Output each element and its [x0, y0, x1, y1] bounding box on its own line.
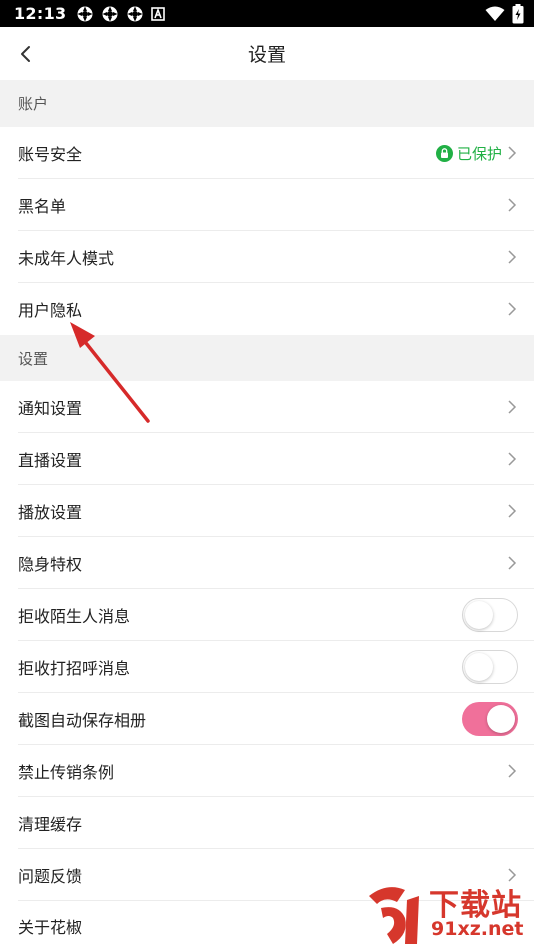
chevron-right-icon — [508, 302, 517, 316]
status-icons-left — [76, 5, 166, 23]
row-label: 播放设置 — [18, 503, 83, 522]
reject-greeting-toggle[interactable] — [462, 650, 518, 684]
chevron-right-icon — [508, 452, 517, 466]
row-user-privacy[interactable]: 用户隐私 — [0, 283, 534, 335]
row-account-security[interactable]: 账号安全 已保护 — [0, 127, 534, 179]
row-label: 账号安全 — [18, 145, 83, 164]
row-label: 截图自动保存相册 — [18, 711, 147, 730]
screenshot-auto-save-toggle[interactable] — [462, 702, 518, 736]
row-label: 禁止传销条例 — [18, 763, 115, 782]
chevron-right-icon — [508, 556, 517, 570]
row-screenshot-auto-save: 截图自动保存相册 — [0, 693, 534, 745]
notification-icon — [102, 6, 118, 21]
row-label: 黑名单 — [18, 197, 67, 216]
row-label: 未成年人模式 — [18, 249, 115, 268]
row-invisible-privilege[interactable]: 隐身特权 — [0, 537, 534, 589]
section-title-settings: 设置 — [18, 349, 49, 368]
row-clear-cache[interactable]: 清理缓存 — [0, 797, 534, 849]
page-title: 设置 — [247, 44, 286, 66]
a-icon — [151, 6, 166, 21]
status-bar: 12:13 — [0, 0, 534, 27]
status-icons-right — [485, 3, 524, 24]
watermark: 下载站 91xz.net — [359, 878, 534, 950]
chevron-right-icon — [508, 504, 517, 518]
row-notification-settings[interactable]: 通知设置 — [0, 381, 534, 433]
chevron-left-icon — [21, 46, 30, 62]
row-label: 通知设置 — [18, 399, 83, 418]
wifi-icon — [485, 6, 505, 21]
watermark-logo — [369, 887, 419, 944]
notification-icon — [127, 6, 143, 21]
row-label: 用户隐私 — [18, 301, 83, 320]
chevron-right-icon — [508, 400, 517, 414]
row-minor-mode[interactable]: 未成年人模式 — [0, 231, 534, 283]
row-live-settings[interactable]: 直播设置 — [0, 433, 534, 485]
section-header-settings: 设置 — [0, 335, 534, 381]
section-header-account: 账户 — [0, 80, 534, 127]
notification-icon — [77, 6, 93, 21]
back-button[interactable] — [10, 37, 40, 71]
top-bar: 设置 — [0, 27, 534, 80]
battery-icon — [512, 3, 524, 23]
row-anti-pyramid-rules[interactable]: 禁止传销条例 — [0, 745, 534, 797]
row-blacklist[interactable]: 黑名单 — [0, 179, 534, 231]
row-label: 直播设置 — [18, 451, 83, 470]
row-label: 关于花椒 — [18, 917, 83, 937]
row-playback-settings[interactable]: 播放设置 — [0, 485, 534, 537]
chevron-right-icon — [508, 764, 517, 778]
status-time: 12:13 — [14, 4, 67, 23]
chevron-right-icon — [508, 250, 517, 264]
row-reject-stranger-messages: 拒收陌生人消息 — [0, 589, 534, 641]
row-label: 拒收打招呼消息 — [18, 659, 131, 678]
row-reject-greeting-messages: 拒收打招呼消息 — [0, 641, 534, 693]
protected-status-label: 已保护 — [456, 144, 502, 163]
lock-icon — [435, 144, 453, 162]
row-label: 问题反馈 — [18, 867, 83, 886]
protected-status: 已保护 — [435, 143, 502, 164]
reject-stranger-toggle[interactable] — [462, 598, 518, 632]
chevron-right-icon — [508, 198, 517, 212]
row-label: 隐身特权 — [18, 555, 83, 574]
watermark-line2: 91xz.net — [431, 918, 524, 940]
row-label: 拒收陌生人消息 — [18, 607, 131, 626]
chevron-right-icon — [508, 146, 517, 160]
section-title-account: 账户 — [18, 95, 49, 113]
row-label: 清理缓存 — [18, 815, 83, 834]
